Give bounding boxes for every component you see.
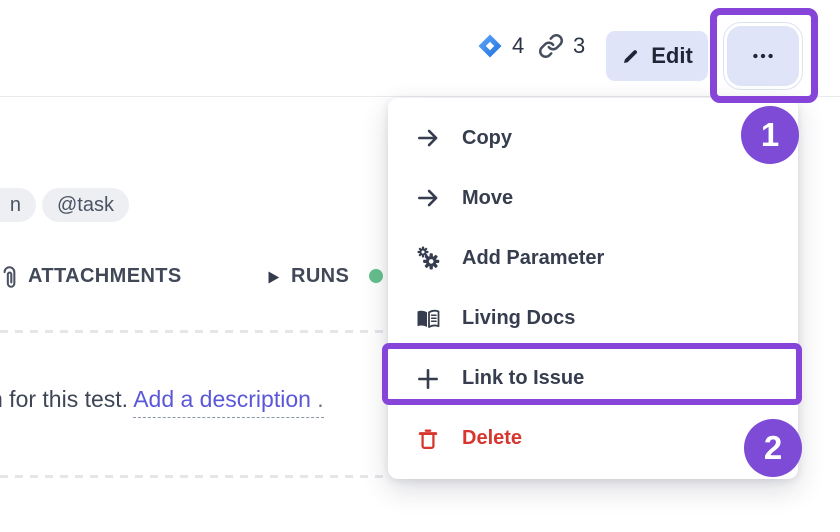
description-prefix: n for this test. <box>0 386 133 412</box>
menu-item-living-docs[interactable]: Living Docs <box>388 289 798 349</box>
description-link-wrap: Add a description . <box>133 386 324 418</box>
gears-icon <box>415 245 441 271</box>
description-text: n for this test. Add a description . <box>0 386 390 413</box>
dashed-divider-bottom <box>0 475 390 478</box>
menu-item-link-to-issue[interactable]: Link to Issue <box>388 349 798 409</box>
annotation-step-badge-2: 2 <box>744 419 802 477</box>
open-book-icon <box>415 306 441 332</box>
arrow-right-icon <box>415 185 441 211</box>
menu-item-label: Move <box>462 187 513 210</box>
menu-item-label: Living Docs <box>462 307 575 330</box>
menu-item-label: Add Parameter <box>462 247 604 270</box>
annotation-step-number: 2 <box>764 429 782 467</box>
play-icon[interactable] <box>265 269 282 286</box>
link-icon <box>538 33 564 59</box>
tag-label: @task <box>57 194 114 217</box>
menu-item-label: Copy <box>462 127 512 150</box>
test-case-page: 4 3 Edit n @task <box>0 0 840 532</box>
runs-status-dot <box>369 269 383 283</box>
menu-item-label: Link to Issue <box>462 367 584 390</box>
menu-item-delete[interactable]: Delete <box>388 409 798 469</box>
paperclip-icon <box>0 262 23 292</box>
description-suffix: . <box>311 386 324 412</box>
plus-icon <box>415 366 441 392</box>
runs-section-header[interactable]: RUNS <box>291 265 349 288</box>
tag-label: n <box>10 194 21 217</box>
ellipsis-icon <box>750 43 776 69</box>
annotation-step-badge-1: 1 <box>741 106 799 164</box>
links-count: 3 <box>573 33 585 59</box>
menu-item-label: Delete <box>462 427 522 450</box>
more-actions-menu: Copy Move <box>388 98 798 479</box>
jira-issues-counter[interactable]: 4 <box>477 33 524 59</box>
jira-count: 4 <box>512 33 524 59</box>
edit-button[interactable]: Edit <box>606 31 708 81</box>
dashed-divider-top <box>0 330 390 333</box>
tag-pill-task[interactable]: @task <box>42 188 129 222</box>
edit-button-label: Edit <box>651 43 693 69</box>
add-description-link[interactable]: Add a description <box>133 386 311 412</box>
arrow-right-icon <box>415 125 441 151</box>
section-tabs-row: ATTACHMENTS RUNS <box>0 262 388 296</box>
annotation-step-number: 1 <box>761 116 779 154</box>
jira-icon <box>477 33 503 59</box>
tag-pill[interactable]: n <box>0 188 36 222</box>
attachments-section-header[interactable]: ATTACHMENTS <box>28 265 182 288</box>
linked-items-counter[interactable]: 3 <box>538 33 585 59</box>
more-actions-button[interactable] <box>727 26 799 86</box>
menu-item-add-parameter[interactable]: Add Parameter <box>388 228 798 288</box>
menu-item-move[interactable]: Move <box>388 168 798 228</box>
pencil-icon <box>621 47 640 66</box>
toolbar: 4 3 Edit <box>0 0 840 96</box>
header-divider <box>0 96 840 97</box>
menu-item-copy[interactable]: Copy <box>388 108 798 168</box>
trash-icon <box>415 426 441 452</box>
